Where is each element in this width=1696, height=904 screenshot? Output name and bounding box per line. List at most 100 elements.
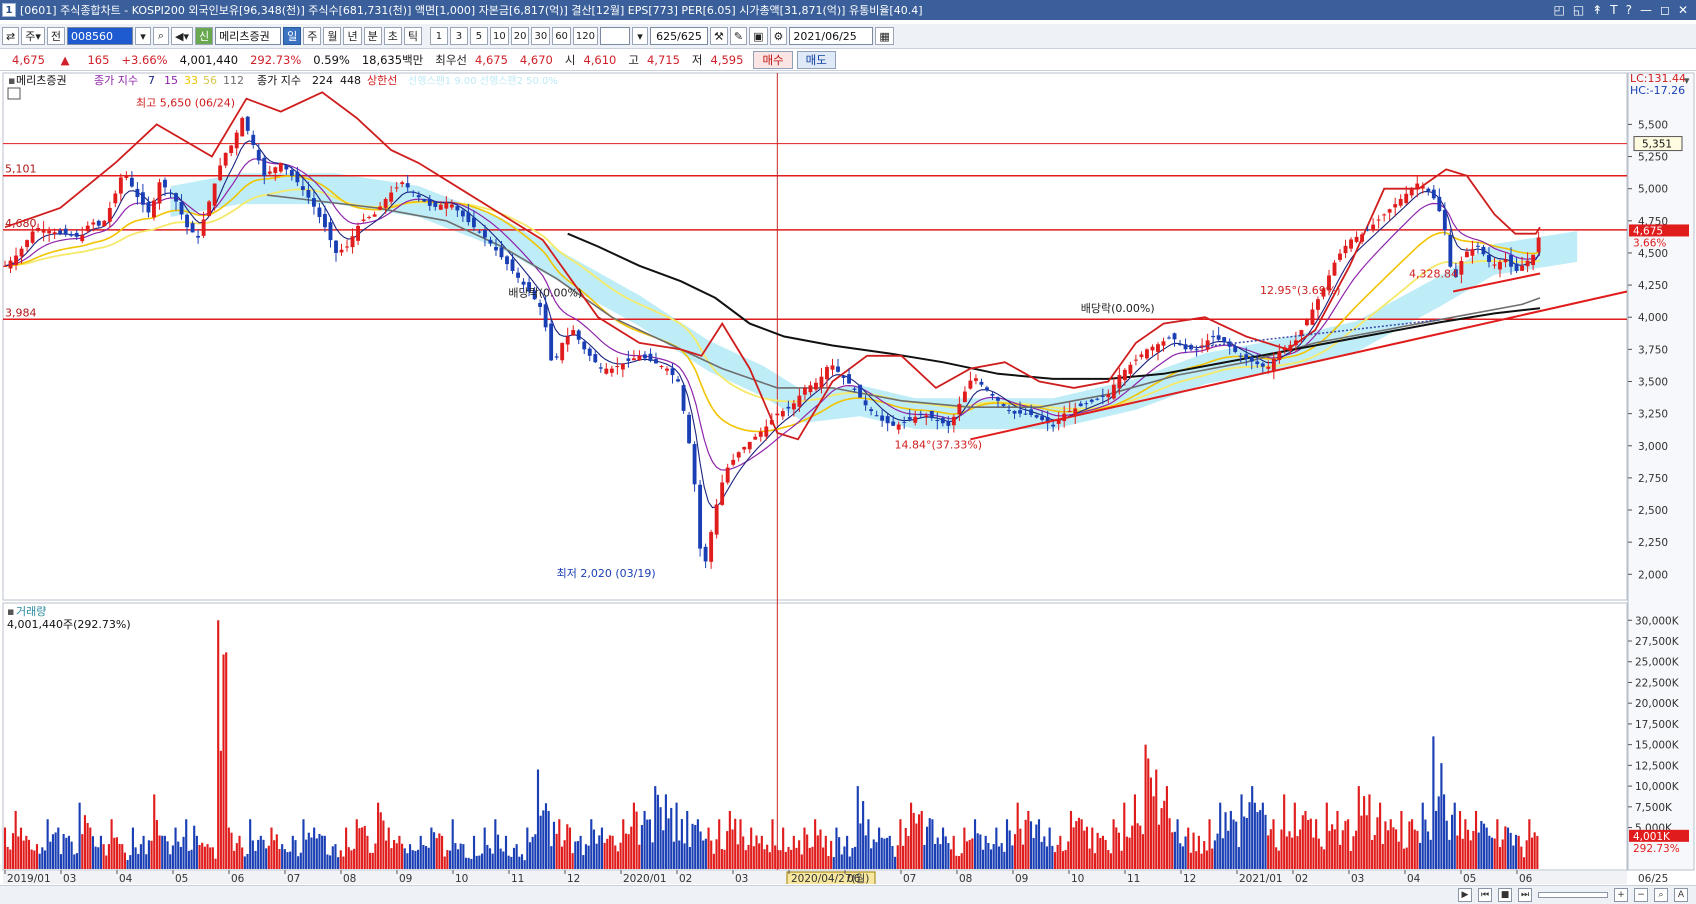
maximize-icon[interactable]: ◻: [1660, 3, 1670, 17]
candle-body: [1387, 209, 1392, 213]
volume-bar: [640, 824, 643, 869]
volume-bar: [1525, 840, 1528, 869]
data-count-input[interactable]: 625/625: [650, 27, 709, 45]
forward-icon[interactable]: ⏭: [1518, 888, 1532, 902]
candle-body: [830, 365, 835, 370]
interval-60[interactable]: 60: [552, 27, 571, 45]
stock-chart[interactable]: 5,1014,6803,984 5,5005,2505,0004,7504,50…: [0, 72, 1696, 884]
period-second[interactable]: 초: [383, 27, 402, 45]
code-dropdown-icon[interactable]: ▾: [135, 27, 151, 45]
candle-body: [1133, 359, 1138, 361]
search-zoom-icon[interactable]: ⌕: [1654, 888, 1668, 902]
volume-bar: [227, 827, 230, 869]
volume-bar: [965, 841, 969, 869]
volume-bar: [57, 827, 60, 869]
stop-icon[interactable]: ■: [1498, 888, 1512, 902]
pin-icon[interactable]: ↟: [1592, 3, 1602, 17]
volume-bar: [1474, 810, 1478, 869]
interval-1[interactable]: 1: [429, 27, 448, 45]
volume-bar: [374, 843, 377, 869]
period-tick[interactable]: 틱: [403, 27, 422, 45]
interval-20[interactable]: 20: [510, 27, 530, 45]
volume-bar: [131, 827, 134, 869]
price-tick-label: 3,500: [1638, 376, 1668, 388]
rewind-icon[interactable]: ⏮: [1478, 888, 1492, 902]
help-icon[interactable]: ?: [1626, 3, 1632, 17]
volume-bar: [147, 840, 150, 869]
interval-dropdown-icon[interactable]: ▾: [632, 27, 649, 45]
legend-ma112: 112: [223, 74, 244, 87]
zoom-out-icon[interactable]: −: [1634, 888, 1648, 902]
snap-icon[interactable]: ◰: [1554, 3, 1565, 17]
volume-bar: [78, 802, 81, 869]
calendar-icon[interactable]: ▦: [875, 27, 894, 45]
chart-menu-icon[interactable]: ⇄: [2, 27, 20, 45]
volume-bar: [467, 857, 470, 869]
candle-body: [455, 206, 460, 211]
period-year[interactable]: 년: [343, 27, 362, 45]
scroll-track[interactable]: [1538, 892, 1608, 898]
candle-body: [1040, 416, 1045, 421]
volume-bar: [979, 834, 982, 869]
candle-body: [1442, 209, 1447, 230]
candle-body: [63, 228, 68, 235]
search-icon[interactable]: ⌕: [153, 27, 169, 45]
date-input[interactable]: 2021/06/25: [789, 27, 874, 45]
period-month[interactable]: 월: [323, 27, 342, 45]
indicator-icon[interactable]: ⚒: [710, 27, 728, 45]
interval-10[interactable]: 10: [489, 27, 509, 45]
volume-bar: [43, 850, 47, 869]
volume-bar: [760, 835, 763, 869]
volume-bar: [680, 819, 683, 869]
save-icon[interactable]: ▣: [749, 27, 768, 45]
volume-bar: [736, 844, 739, 869]
interval-3[interactable]: 3: [449, 27, 468, 45]
volume-bar: [1179, 843, 1182, 869]
period-day[interactable]: 일: [283, 27, 302, 45]
volume-bar: [1272, 819, 1275, 869]
font-size-icon[interactable]: A: [1674, 888, 1688, 902]
candle-body: [278, 162, 283, 172]
period-week[interactable]: 주: [303, 27, 322, 45]
scope-button[interactable]: 전: [46, 27, 65, 45]
volume-bar: [523, 860, 526, 869]
volume-bar: [976, 833, 979, 869]
tile-icon[interactable]: ◱: [1573, 3, 1584, 17]
candle-body: [1111, 384, 1116, 399]
settings-icon[interactable]: ⚙: [769, 27, 788, 45]
volume-bar: [1003, 851, 1006, 869]
interval-120[interactable]: 120: [572, 27, 599, 45]
grid-toggle-icon[interactable]: [7, 87, 21, 100]
price-tick-label: 5,250: [1638, 152, 1668, 164]
axis-menu-icon[interactable]: ▾: [1684, 74, 1690, 87]
stock-code-input[interactable]: 008560: [67, 27, 133, 45]
volume-bar: [587, 845, 590, 869]
volume-bar: [854, 846, 857, 869]
font-icon[interactable]: T: [1610, 3, 1617, 17]
interval-5[interactable]: 5: [469, 27, 488, 45]
volume-bar: [1211, 848, 1214, 869]
volume-bar: [1141, 834, 1144, 869]
candle-body: [698, 484, 703, 549]
close-icon[interactable]: ✕: [1678, 3, 1688, 17]
period-minute[interactable]: 분: [363, 27, 382, 45]
volume-bar: [616, 851, 620, 869]
candle-body: [1194, 349, 1199, 351]
current-pct-tag: 3.66%: [1633, 237, 1666, 249]
candle-body: [1266, 366, 1271, 369]
chart-area[interactable]: 5,101 4,680 3,984 5,500 5,250 5,000 4,750 4,50…: [0, 72, 1696, 884]
volume-bar: [323, 835, 326, 869]
buy-button[interactable]: 매수: [753, 50, 793, 69]
interval-custom-input[interactable]: [600, 27, 631, 45]
sell-button[interactable]: 매도: [796, 50, 836, 69]
play-icon[interactable]: ▶: [1458, 888, 1472, 902]
zoom-in-icon[interactable]: +: [1614, 888, 1628, 902]
minimize-icon[interactable]: —: [1640, 3, 1652, 17]
type-select[interactable]: 주 ▾: [21, 27, 45, 45]
volume-bar: [496, 834, 500, 869]
x-tick-label: 04: [1407, 873, 1421, 884]
volume-bar: [933, 844, 937, 869]
sound-icon[interactable]: ◀▾: [171, 27, 193, 45]
interval-30[interactable]: 30: [531, 27, 551, 45]
draw-tool-icon[interactable]: ✎: [729, 27, 748, 45]
